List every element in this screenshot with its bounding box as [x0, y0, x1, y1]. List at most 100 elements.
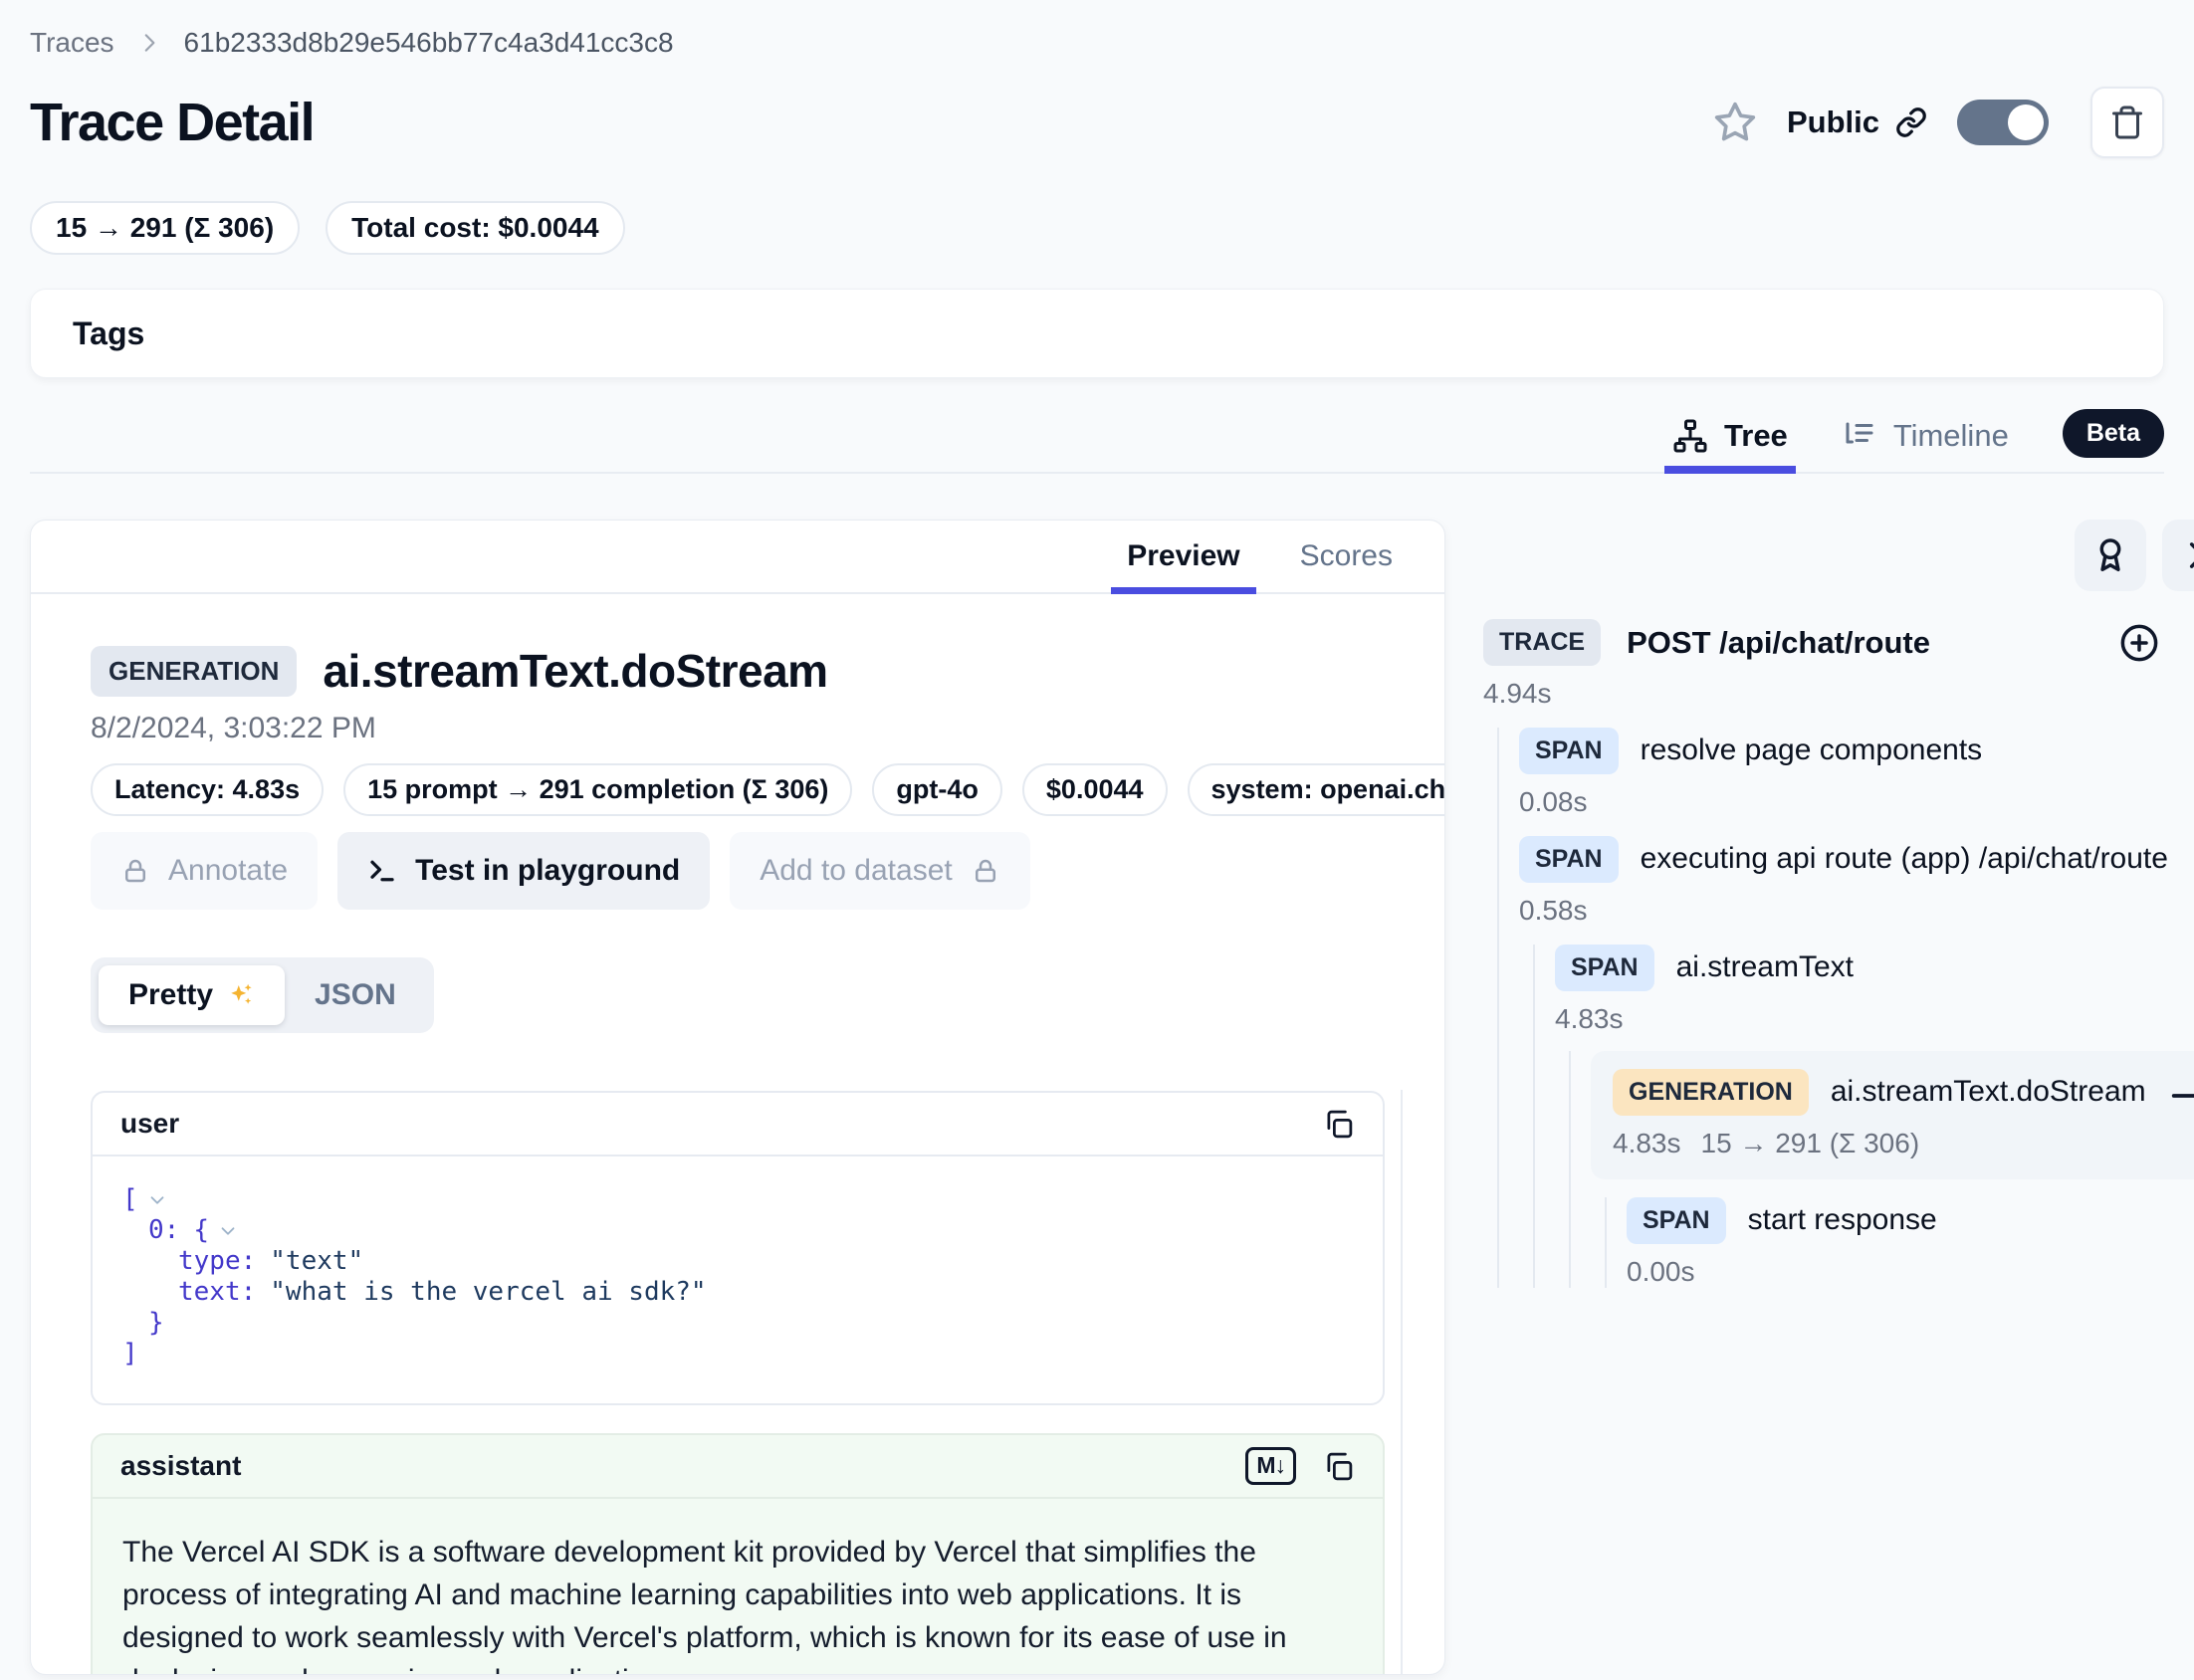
system-pill: system: openai.chat	[1188, 763, 1445, 816]
node-label: start response	[1748, 1197, 1937, 1241]
breadcrumb-trace-id: 61b2333d8b29e546bb77c4a3d41cc3c8	[184, 27, 674, 59]
user-message-body: [ 0: { type: "text" text: "what is t	[93, 1156, 1383, 1403]
star-icon[interactable]	[1713, 101, 1757, 144]
code-line: type: "text"	[122, 1246, 1353, 1277]
code-line: [	[122, 1184, 1353, 1215]
copy-icon[interactable]	[1322, 1108, 1355, 1141]
breadcrumb-traces-link[interactable]: Traces	[30, 27, 114, 59]
delete-trace-button[interactable]	[2090, 87, 2164, 158]
tab-tree[interactable]: Tree	[1672, 418, 1788, 472]
panel-tabs: Preview Scores	[31, 521, 1444, 594]
assistant-message-header: assistant M↓	[93, 1435, 1383, 1499]
tags-card: Tags	[30, 289, 2164, 378]
code-line: ]	[122, 1339, 1353, 1369]
chevron-down-icon[interactable]	[146, 1189, 168, 1211]
copy-icon[interactable]	[1322, 1450, 1355, 1483]
latency-pill: Latency: 4.83s	[91, 763, 324, 816]
format-toggle: Pretty JSON	[91, 957, 434, 1033]
code-line: text: "what is the vercel ai sdk?"	[122, 1277, 1353, 1308]
tree-level-3: GENERATION ai.streamText.doStream 4.83s …	[1569, 1051, 2194, 1288]
code-token: {	[193, 1215, 209, 1246]
code-token: ]	[122, 1339, 138, 1369]
view-tabs: Tree Timeline Beta	[30, 406, 2164, 474]
cost-pill: $0.0044	[1022, 763, 1168, 816]
page-title: Trace Detail	[30, 92, 314, 153]
tab-timeline-label: Timeline	[1893, 418, 2009, 454]
markdown-icon[interactable]: M↓	[1245, 1447, 1296, 1485]
code-token: "text"	[270, 1246, 363, 1277]
tree-actions	[1483, 520, 2194, 591]
code-token: text:	[178, 1277, 256, 1308]
lock-icon	[120, 856, 150, 886]
json-label: JSON	[315, 978, 396, 1012]
trace-duration: 4.94s	[1483, 678, 2194, 710]
span-badge: SPAN	[1555, 945, 1654, 991]
tree-node[interactable]: SPAN start response 0.00s	[1627, 1197, 2194, 1288]
node-label: executing api route (app) /api/chat/rout…	[1641, 836, 2172, 880]
code-token: type:	[178, 1246, 256, 1277]
selected-tree-node[interactable]: GENERATION ai.streamText.doStream 4.83s …	[1591, 1051, 2194, 1179]
public-toggle[interactable]	[1957, 100, 2049, 145]
annotate-label: Annotate	[168, 854, 288, 888]
collapse-all-button[interactable]	[2162, 520, 2194, 591]
assistant-message-card: assistant M↓ The Vercel AI SDK is a soft…	[91, 1433, 1385, 1675]
main-content: Preview Scores GENERATION ai.streamText.…	[30, 520, 2164, 1675]
span-badge: SPAN	[1519, 836, 1619, 883]
observation-header: GENERATION ai.streamText.doStream 8/2/20…	[31, 644, 1444, 910]
expand-all-icon[interactable]	[2118, 622, 2160, 664]
user-message-header: user	[93, 1093, 1383, 1156]
node-label: ai.streamText.doStream	[1831, 1069, 2146, 1113]
tree-icon	[1672, 418, 1708, 454]
add-to-dataset-button[interactable]: Add to dataset	[730, 832, 1029, 910]
node-label: ai.streamText	[1676, 945, 1854, 988]
code-token: "what is the vercel ai sdk?"	[270, 1277, 706, 1308]
annotate-button[interactable]: Annotate	[91, 832, 318, 910]
node-token-usage: 15 → 291 (Σ 306)	[1701, 1128, 1920, 1159]
award-icon	[2091, 536, 2129, 574]
code-token: 0:	[148, 1215, 179, 1246]
observation-panel: Preview Scores GENERATION ai.streamText.…	[30, 520, 1445, 1675]
node-duration: 0.08s	[1519, 786, 2194, 818]
pretty-toggle[interactable]: Pretty	[99, 965, 285, 1025]
fold-vertical-icon	[2179, 536, 2194, 574]
assistant-message-text: The Vercel AI SDK is a software developm…	[93, 1499, 1383, 1675]
public-control: Public	[1787, 105, 1927, 140]
tab-scores[interactable]: Scores	[1270, 521, 1423, 592]
node-duration: 0.00s	[1627, 1256, 2194, 1288]
chevron-down-icon[interactable]	[217, 1220, 239, 1242]
timeline-icon	[1842, 418, 1877, 454]
node-label: resolve page components	[1641, 728, 1983, 771]
code-line: 0: {	[122, 1215, 1353, 1246]
header-controls: Public	[1713, 87, 2164, 158]
json-toggle[interactable]: JSON	[285, 965, 426, 1025]
node-duration: 4.83s	[1613, 1128, 1681, 1159]
span-badge: SPAN	[1627, 1197, 1726, 1244]
trace-tree-panel: TRACE POST /api/chat/route 4.94s SPAN re…	[1483, 520, 2194, 1675]
tab-tree-label: Tree	[1724, 418, 1788, 454]
trace-root-row[interactable]: TRACE POST /api/chat/route	[1483, 619, 2194, 666]
tree-node[interactable]: SPAN executing api route (app) /api/chat…	[1519, 836, 2194, 927]
toggle-knob	[2008, 105, 2044, 140]
observation-timestamp: 8/2/2024, 3:03:22 PM	[91, 712, 1385, 745]
tab-preview[interactable]: Preview	[1097, 521, 1269, 592]
tree-level-1: SPAN resolve page components 0.08s SPAN …	[1497, 728, 2194, 1288]
page-header: Trace Detail Public	[30, 84, 2164, 161]
chevron-right-icon	[136, 30, 162, 56]
tree-node[interactable]: SPAN ai.streamText 4.83s	[1555, 945, 2194, 1035]
scrollbar-track[interactable]	[1401, 1090, 1403, 1674]
span-badge: SPAN	[1519, 728, 1619, 774]
scores-award-button[interactable]	[2075, 520, 2146, 591]
trace-summary-chips: 15 → 291 (Σ 306) Total cost: $0.0044	[30, 201, 2164, 255]
collapse-node-icon[interactable]	[2168, 1069, 2194, 1113]
observation-actions: Annotate Test in playground Add to datas…	[91, 832, 1385, 910]
tags-title: Tags	[73, 315, 144, 352]
trace-type-badge: TRACE	[1483, 619, 1601, 666]
total-cost-chip: Total cost: $0.0044	[326, 201, 624, 255]
user-message-card: user [ 0: {	[91, 1091, 1385, 1405]
generation-badge: GENERATION	[1613, 1069, 1809, 1116]
tab-timeline[interactable]: Timeline	[1842, 418, 2009, 472]
dataset-label: Add to dataset	[760, 854, 952, 888]
test-in-playground-button[interactable]: Test in playground	[337, 832, 710, 910]
tree-node[interactable]: SPAN resolve page components 0.08s	[1519, 728, 2194, 818]
breadcrumb: Traces 61b2333d8b29e546bb77c4a3d41cc3c8	[30, 24, 2164, 62]
